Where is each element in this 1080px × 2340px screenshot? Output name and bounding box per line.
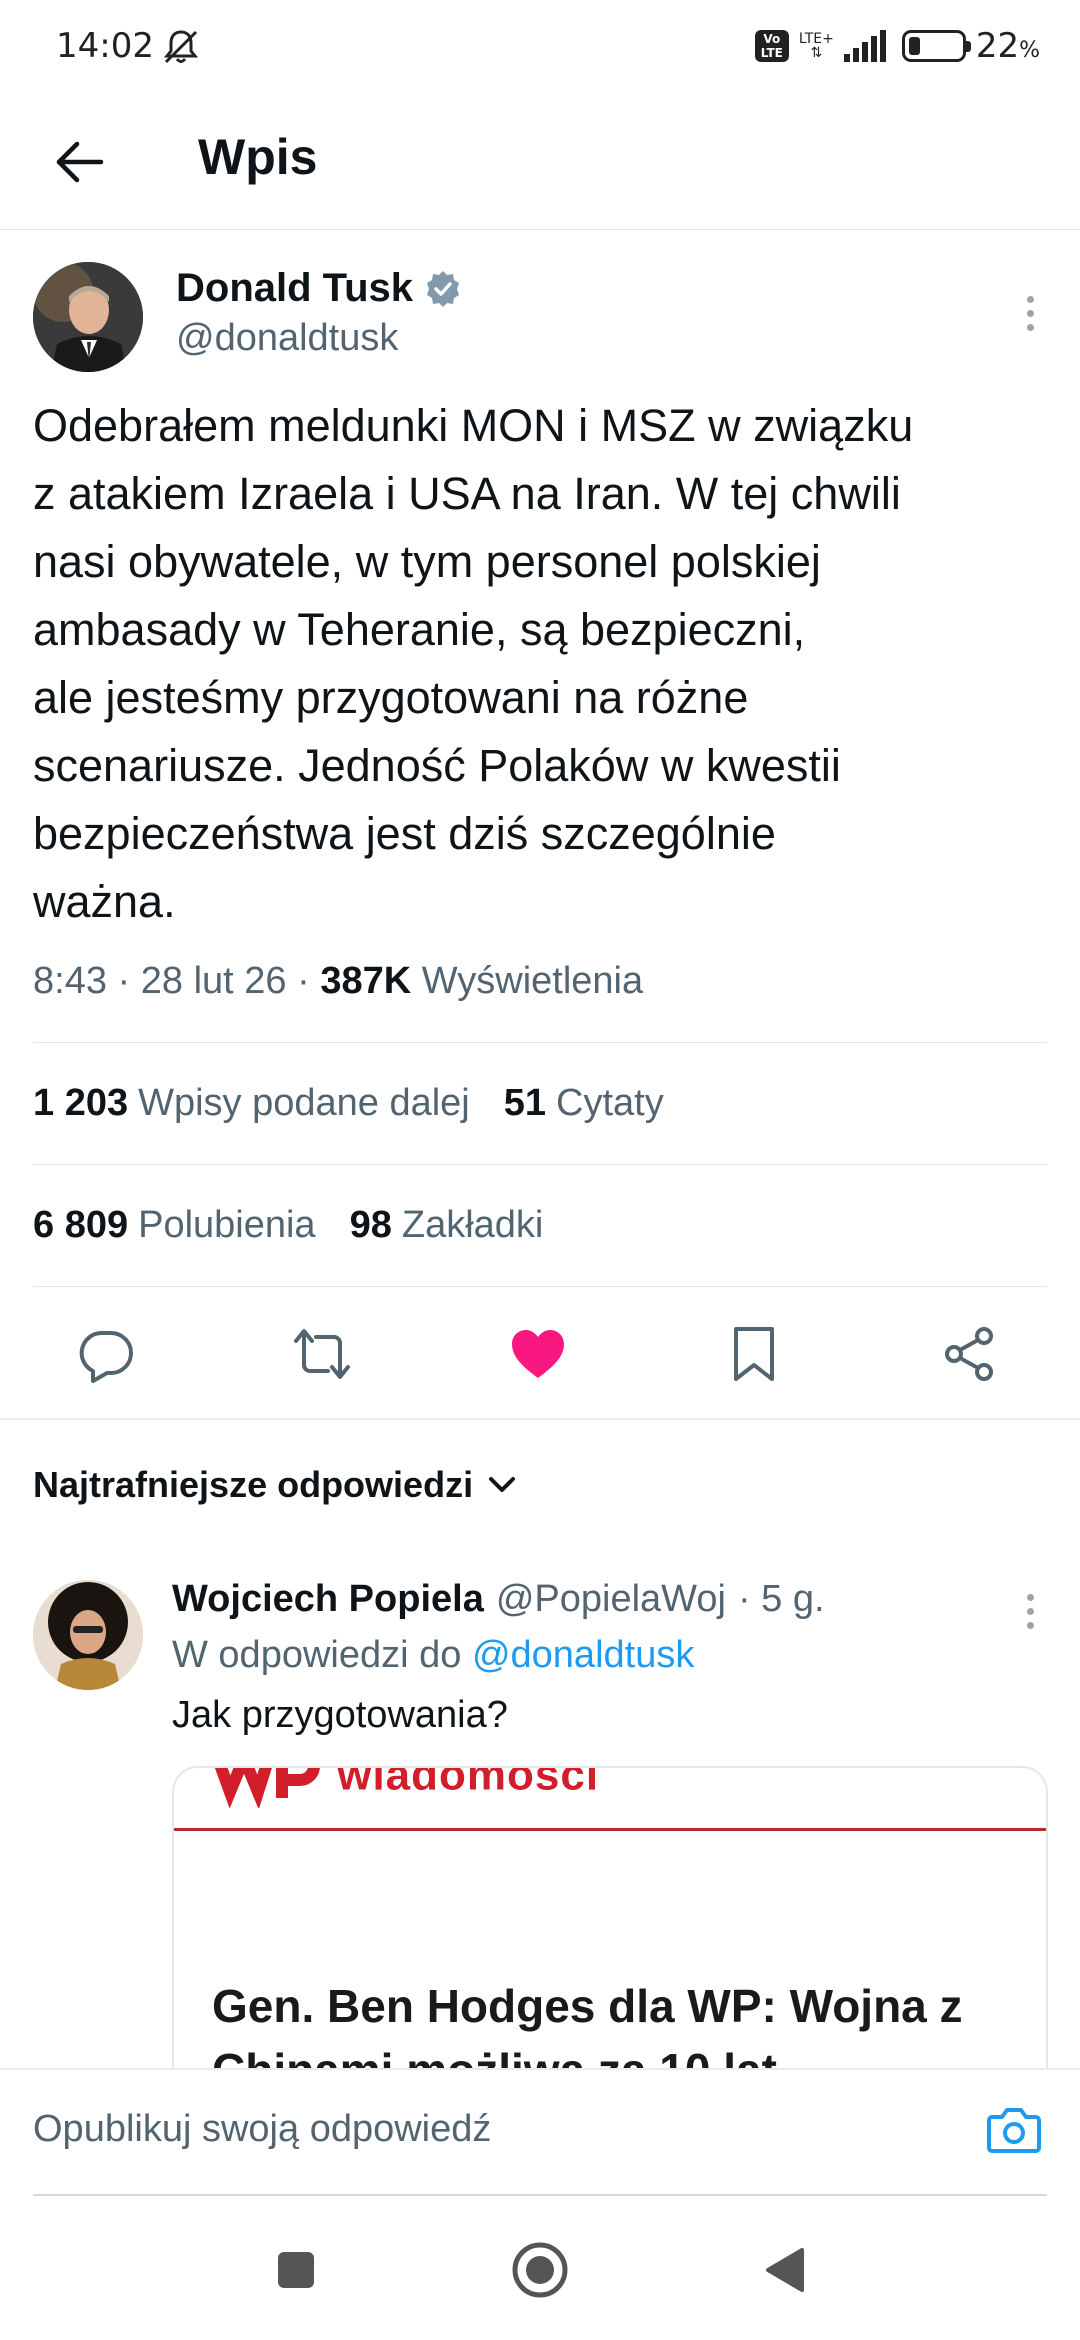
- reply-text: Jak przygotowania?: [172, 1694, 508, 1736]
- quotes-stat[interactable]: 51 Cytaty: [504, 1082, 664, 1125]
- battery-fill: [908, 37, 920, 55]
- recents-button[interactable]: [264, 2238, 328, 2302]
- views-count: 387K: [320, 960, 412, 1002]
- card-divider: [174, 1828, 1046, 1831]
- chevron-down-icon: [489, 1477, 516, 1492]
- repost-icon: [294, 1329, 350, 1379]
- bookmarks-stat[interactable]: 98 Zakładki: [350, 1204, 544, 1247]
- back-button[interactable]: [40, 122, 120, 202]
- section-divider: [0, 1418, 1080, 1420]
- author-handle[interactable]: @donaldtusk: [176, 317, 398, 360]
- more-options-button[interactable]: [1010, 288, 1050, 338]
- signal-icon: [843, 30, 886, 62]
- reply-icon: [79, 1331, 133, 1383]
- link-preview-card[interactable]: wiadomości Gen. Ben Hodges dla WP: Wojna…: [172, 1766, 1048, 2106]
- page-title: Wpis: [198, 129, 318, 185]
- share-button[interactable]: [938, 1322, 1002, 1386]
- reply-header: Wojciech Popiela @PopielaWoj · 5 g.: [172, 1578, 825, 1621]
- volte-badge: Vo LTE: [754, 30, 789, 62]
- tweet-text: Odebrałem meldunki MON i MSZ w związku z…: [33, 400, 914, 927]
- battery-percent: 22%: [975, 26, 1040, 66]
- author-avatar[interactable]: [33, 262, 143, 372]
- status-time: 14:02: [56, 26, 154, 66]
- status-bar: 14:02 Vo LTE LTE+ ⇅ 22%: [0, 0, 1080, 100]
- reply-age: · 5 g.: [737, 1578, 825, 1620]
- replies-sort-dropdown[interactable]: Najtrafniejsze odpowiedzi: [33, 1464, 517, 1506]
- avatar-image: [33, 262, 143, 372]
- bell-muted-icon: [163, 30, 199, 64]
- reply-author-avatar[interactable]: [33, 1580, 143, 1690]
- network-type: LTE+ ⇅: [798, 31, 834, 61]
- bookmark-icon: [734, 1327, 774, 1381]
- app-header: Wpis: [0, 100, 1080, 230]
- card-logo: wiadomości: [214, 1768, 599, 1810]
- status-right: Vo LTE LTE+ ⇅ 22%: [754, 26, 1040, 66]
- recents-square-icon: [278, 2252, 314, 2288]
- reply-more-options-button[interactable]: [1010, 1586, 1050, 1636]
- stats-row-reposts: 1 203 Wpisy podane dalej 51 Cytaty: [33, 1082, 664, 1125]
- tweet-meta: 8:43 · 28 lut 26 · 387K Wyświetlenia: [33, 960, 644, 1002]
- tweet-actions: [0, 1292, 1080, 1412]
- reply-author-name[interactable]: Wojciech Popiela: [172, 1578, 484, 1621]
- share-icon: [945, 1327, 993, 1381]
- system-nav-bar: [0, 2196, 1080, 2340]
- sort-label: Najtrafniejsze odpowiedzi: [33, 1464, 474, 1505]
- back-triangle-icon: [766, 2248, 804, 2292]
- home-circle-icon: [512, 2242, 568, 2298]
- avatar-image: [33, 1580, 143, 1690]
- reply-to-line: W odpowiedzi do @donaldtusk: [172, 1634, 695, 1676]
- camera-button[interactable]: [984, 2100, 1044, 2160]
- tweet-time: 8:43: [33, 960, 107, 1002]
- reply-input[interactable]: Opublikuj swoją odpowiedź: [33, 2108, 491, 2151]
- divider: [33, 1286, 1047, 1287]
- reply-to-mention[interactable]: @donaldtusk: [472, 1634, 694, 1676]
- verified-badge-icon: [427, 270, 460, 307]
- tweet-date: 28 lut 26: [140, 960, 287, 1002]
- like-button[interactable]: [506, 1322, 570, 1386]
- reply-author-handle[interactable]: @PopielaWoj: [496, 1578, 726, 1621]
- views-label[interactable]: Wyświetlenia: [422, 960, 643, 1002]
- home-button[interactable]: [508, 2238, 572, 2302]
- reposts-stat[interactable]: 1 203 Wpisy podane dalej: [33, 1082, 470, 1125]
- divider: [33, 1164, 1047, 1165]
- divider: [33, 1042, 1047, 1043]
- battery-icon: [901, 30, 971, 62]
- stats-row-likes: 6 809 Polubienia 98 Zakładki: [33, 1204, 543, 1247]
- like-icon: [512, 1330, 564, 1378]
- reply-button[interactable]: [74, 1322, 138, 1386]
- wp-logo-icon: [214, 1768, 320, 1810]
- reply-composer: Opublikuj swoją odpowiedź: [0, 2068, 1080, 2196]
- repost-button[interactable]: [290, 1322, 354, 1386]
- arrow-left-icon: [56, 141, 104, 183]
- likes-stat[interactable]: 6 809 Polubienia: [33, 1204, 316, 1247]
- author-name[interactable]: Donald Tusk: [176, 266, 463, 311]
- bookmark-button[interactable]: [722, 1322, 786, 1386]
- camera-icon: [987, 2108, 1041, 2153]
- back-nav-button[interactable]: [752, 2238, 816, 2302]
